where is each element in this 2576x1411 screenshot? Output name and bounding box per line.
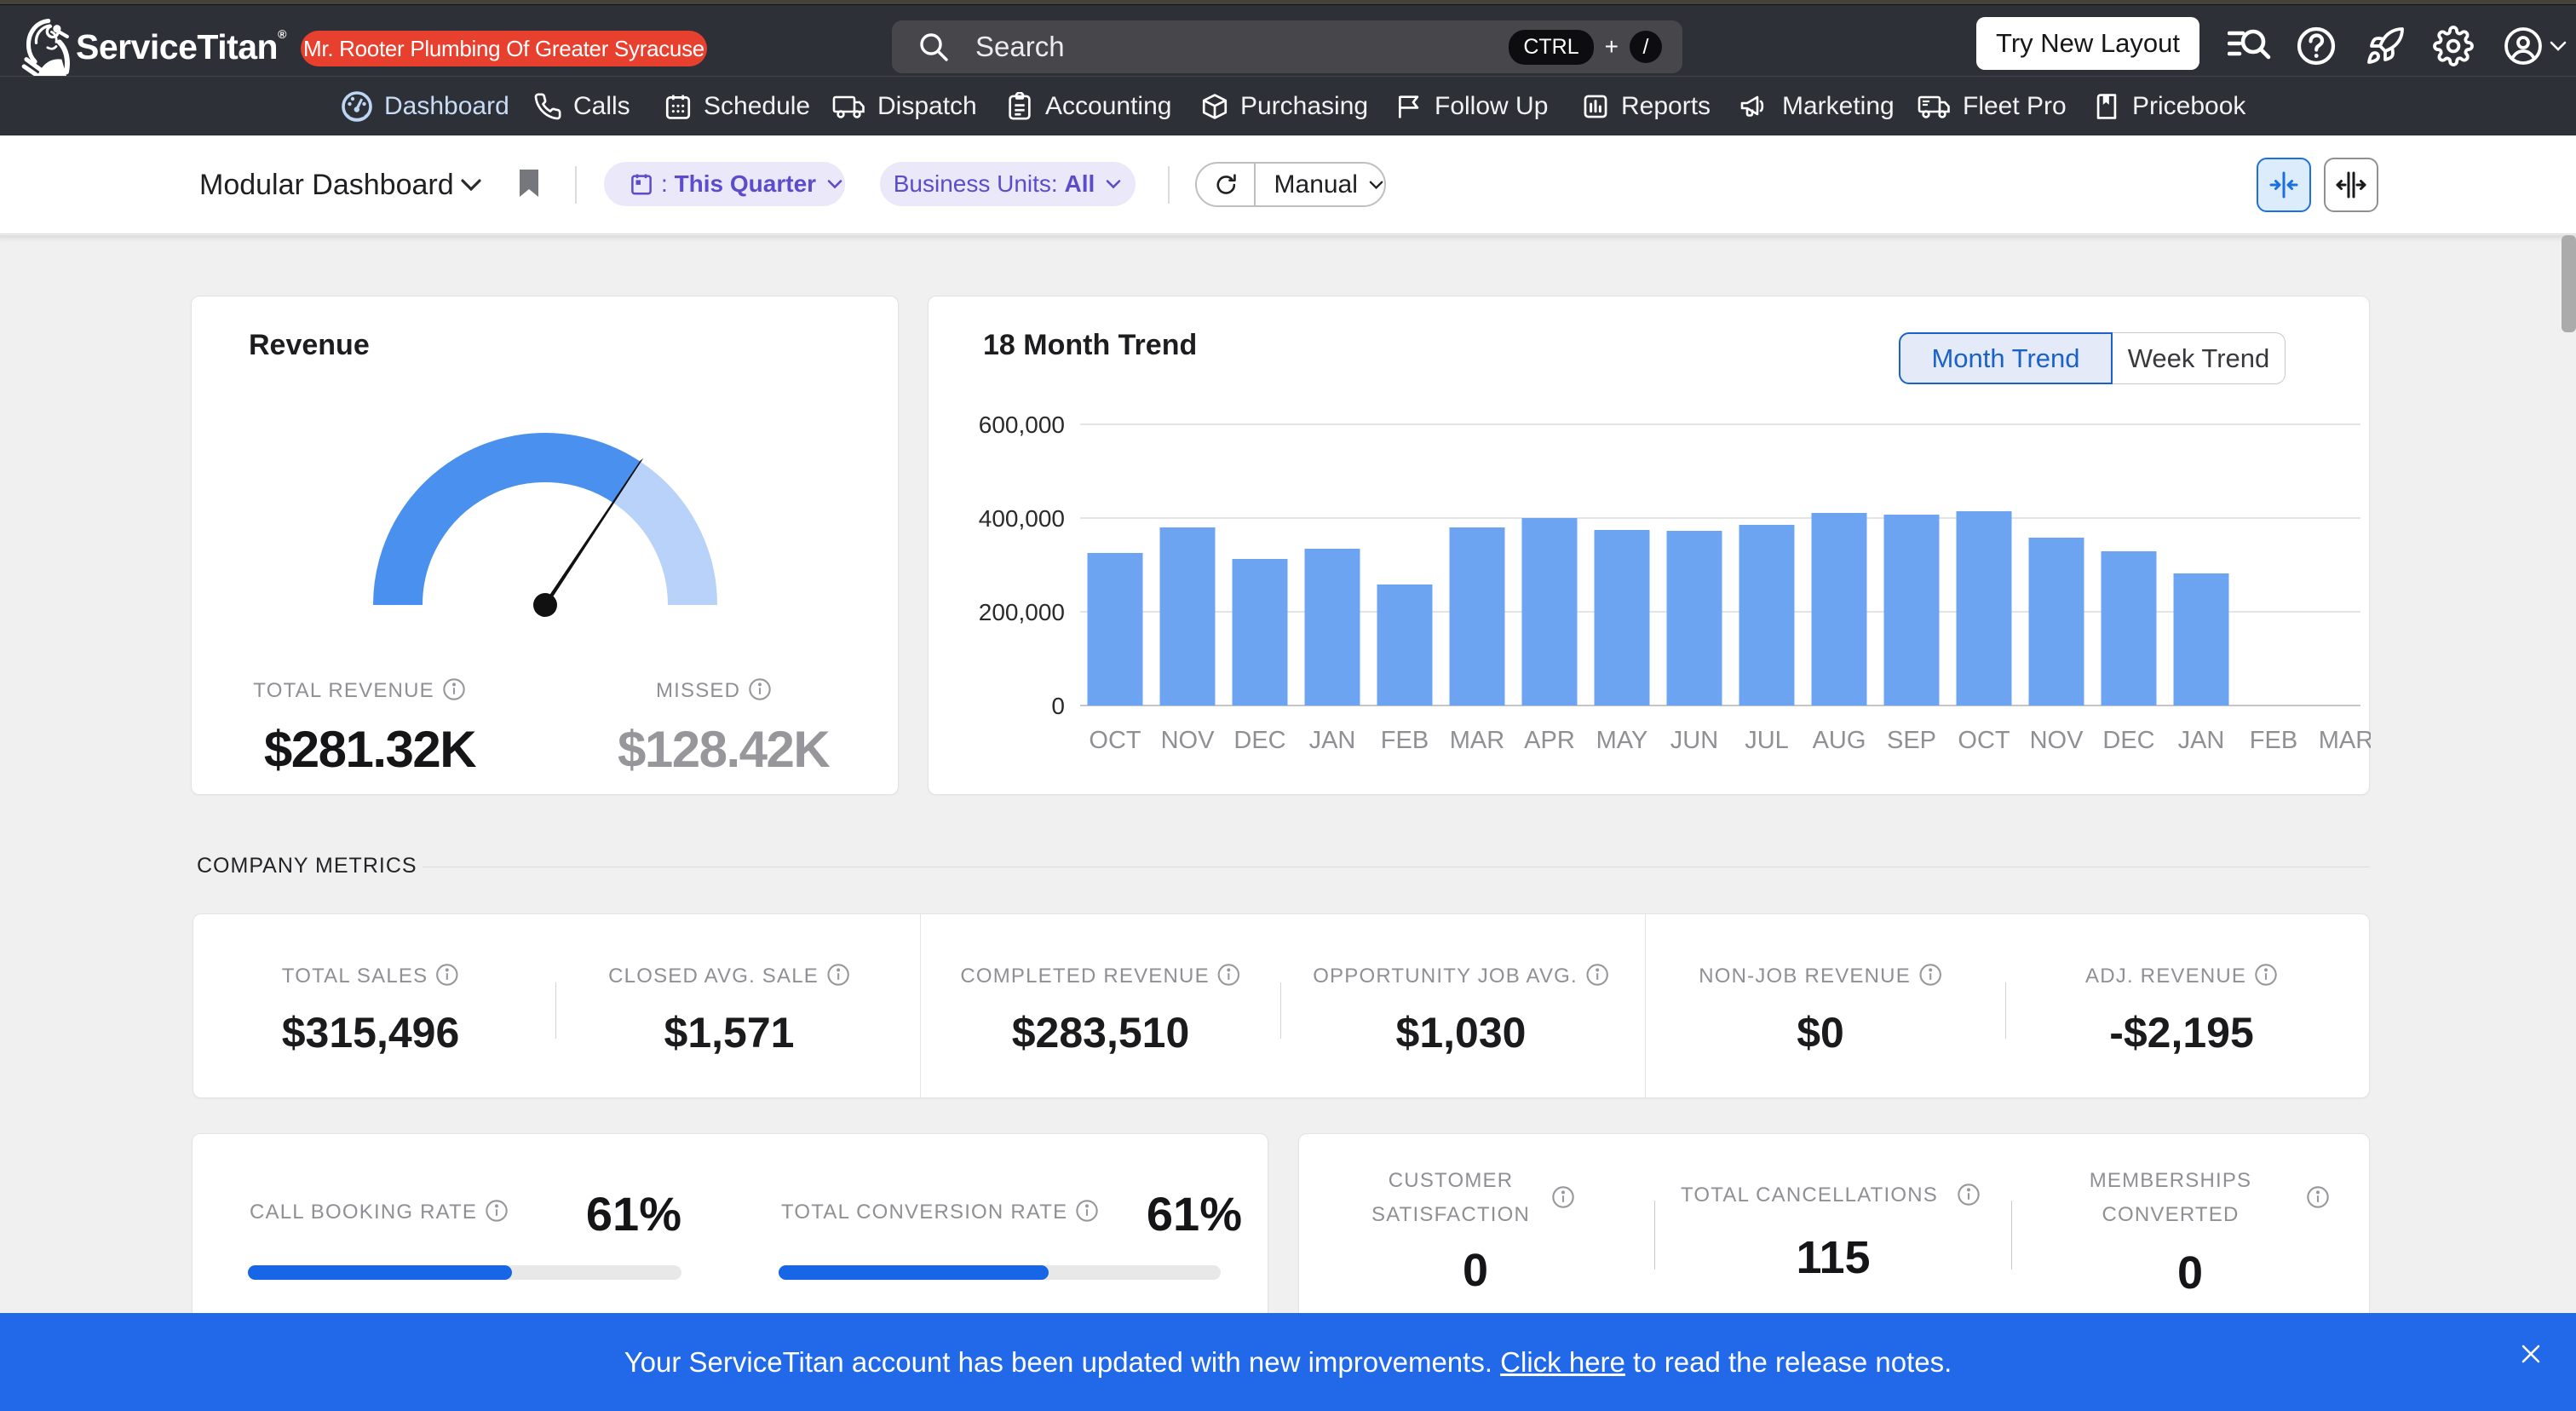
svg-text:JUN: JUN: [1670, 727, 1718, 754]
svg-text:600,000: 600,000: [979, 412, 1065, 438]
svg-text:NOV: NOV: [2030, 727, 2084, 754]
svg-text:400,000: 400,000: [979, 505, 1065, 532]
svg-text:DEC: DEC: [2102, 727, 2154, 754]
svg-text:APR: APR: [1524, 727, 1575, 754]
svg-text:AUG: AUG: [1813, 727, 1866, 754]
svg-text:FEB: FEB: [2250, 727, 2297, 754]
svg-text:DEC: DEC: [1233, 727, 1285, 754]
svg-text:SEP: SEP: [1887, 727, 1936, 754]
svg-text:JAN: JAN: [2178, 727, 2225, 754]
svg-text:JUL: JUL: [1745, 727, 1789, 754]
svg-text:OCT: OCT: [1958, 727, 2010, 754]
svg-text:NOV: NOV: [1161, 727, 1216, 754]
svg-text:200,000: 200,000: [979, 599, 1065, 625]
svg-text:MAR: MAR: [2319, 727, 2371, 754]
svg-text:JAN: JAN: [1309, 727, 1356, 754]
svg-text:MAY: MAY: [1596, 727, 1648, 754]
svg-text:OCT: OCT: [1089, 727, 1141, 754]
svg-text:FEB: FEB: [1381, 727, 1429, 754]
svg-text:MAR: MAR: [1450, 727, 1504, 754]
svg-text:0: 0: [1051, 693, 1065, 719]
